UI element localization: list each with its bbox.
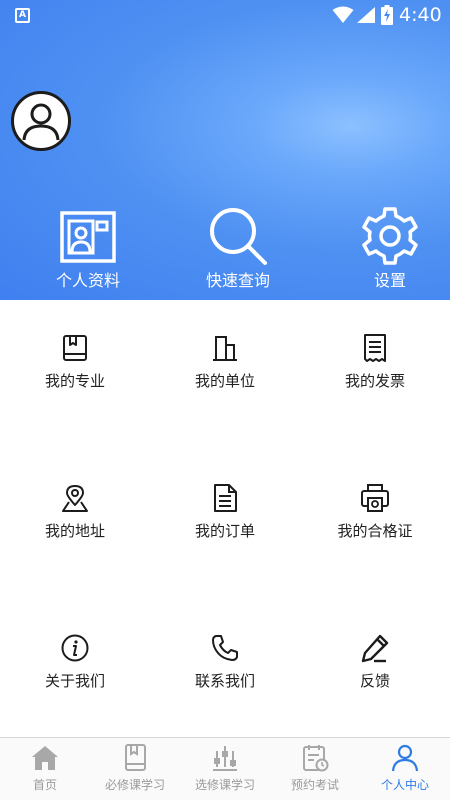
tab-elective-courses[interactable]: 选修课学习	[180, 738, 270, 800]
quick-action-settings[interactable]: 设置	[330, 205, 450, 293]
avatar[interactable]	[11, 91, 71, 151]
book-icon	[125, 744, 146, 771]
calendar-clock-icon	[303, 745, 329, 772]
menu-item-label: 我的发票	[344, 372, 405, 390]
menu-grid: 我的专业 我的单位 我的发票 我的地址 我的订单 我的合格证 关于我们 联系我们…	[0, 300, 450, 737]
menu-item-label: 我的地址	[44, 522, 105, 540]
tab-required-courses[interactable]: 必修课学习	[90, 738, 180, 800]
quick-action-label: 快速查询	[205, 271, 270, 290]
tab-home[interactable]: 首页	[0, 738, 90, 800]
document-icon	[214, 484, 237, 512]
quick-action-label: 个人资料	[55, 271, 120, 290]
menu-item-label: 关于我们	[44, 672, 105, 690]
menu-item-label: 反馈	[359, 672, 390, 690]
building-icon	[213, 336, 237, 361]
user-icon	[391, 744, 419, 772]
invoice-icon	[364, 334, 386, 362]
location-pin-icon	[62, 485, 88, 512]
bottom-tab-bar: 首页 必修课学习 选修课学习 预约考试 个人中心	[0, 737, 450, 800]
menu-item-my-major[interactable]: 我的专业	[0, 300, 150, 420]
signal-icon	[357, 7, 375, 23]
tab-label: 必修课学习	[104, 778, 165, 792]
tab-label: 选修课学习	[194, 778, 255, 792]
printer-icon	[361, 484, 389, 512]
status-time: 4:40	[399, 4, 442, 26]
quick-action-label: 设置	[373, 271, 406, 290]
menu-item-my-organization[interactable]: 我的单位	[150, 300, 300, 420]
tab-book-exam[interactable]: 预约考试	[270, 738, 360, 800]
tab-label: 首页	[32, 778, 57, 792]
menu-item-label: 我的专业	[44, 372, 105, 390]
wifi-icon	[332, 6, 354, 23]
app-notification-icon: A	[15, 8, 30, 23]
menu-item-label: 我的单位	[194, 372, 255, 390]
gear-icon	[362, 207, 418, 265]
menu-item-label: 我的订单	[194, 522, 255, 540]
battery-charging-icon	[381, 5, 393, 25]
default-user-icon	[22, 103, 60, 141]
menu-item-my-orders[interactable]: 我的订单	[150, 450, 300, 570]
menu-item-label: 联系我们	[194, 672, 255, 690]
home-icon	[32, 746, 58, 770]
sliders-icon	[213, 746, 237, 771]
tab-label: 预约考试	[290, 778, 339, 792]
quick-action-profile[interactable]: 个人资料	[28, 205, 148, 293]
menu-item-contact-us[interactable]: 联系我们	[150, 600, 300, 720]
profile-header: A 4:40 个人资料 快速查询 设置	[0, 0, 450, 300]
menu-item-my-address[interactable]: 我的地址	[0, 450, 150, 570]
book-icon	[63, 335, 87, 361]
profile-card-icon	[60, 211, 116, 263]
menu-item-my-certificate[interactable]: 我的合格证	[300, 450, 450, 570]
tab-label: 个人中心	[380, 778, 429, 792]
phone-icon	[212, 635, 238, 661]
search-icon	[210, 208, 267, 265]
info-icon	[61, 634, 89, 662]
menu-item-my-invoice[interactable]: 我的发票	[300, 300, 450, 420]
menu-item-label: 我的合格证	[337, 522, 413, 540]
menu-item-feedback[interactable]: 反馈	[300, 600, 450, 720]
menu-item-about-us[interactable]: 关于我们	[0, 600, 150, 720]
tab-personal-center[interactable]: 个人中心	[360, 738, 450, 800]
pencil-icon	[361, 634, 389, 663]
status-bar: A 4:40	[0, 0, 450, 30]
quick-action-search[interactable]: 快速查询	[178, 205, 298, 293]
